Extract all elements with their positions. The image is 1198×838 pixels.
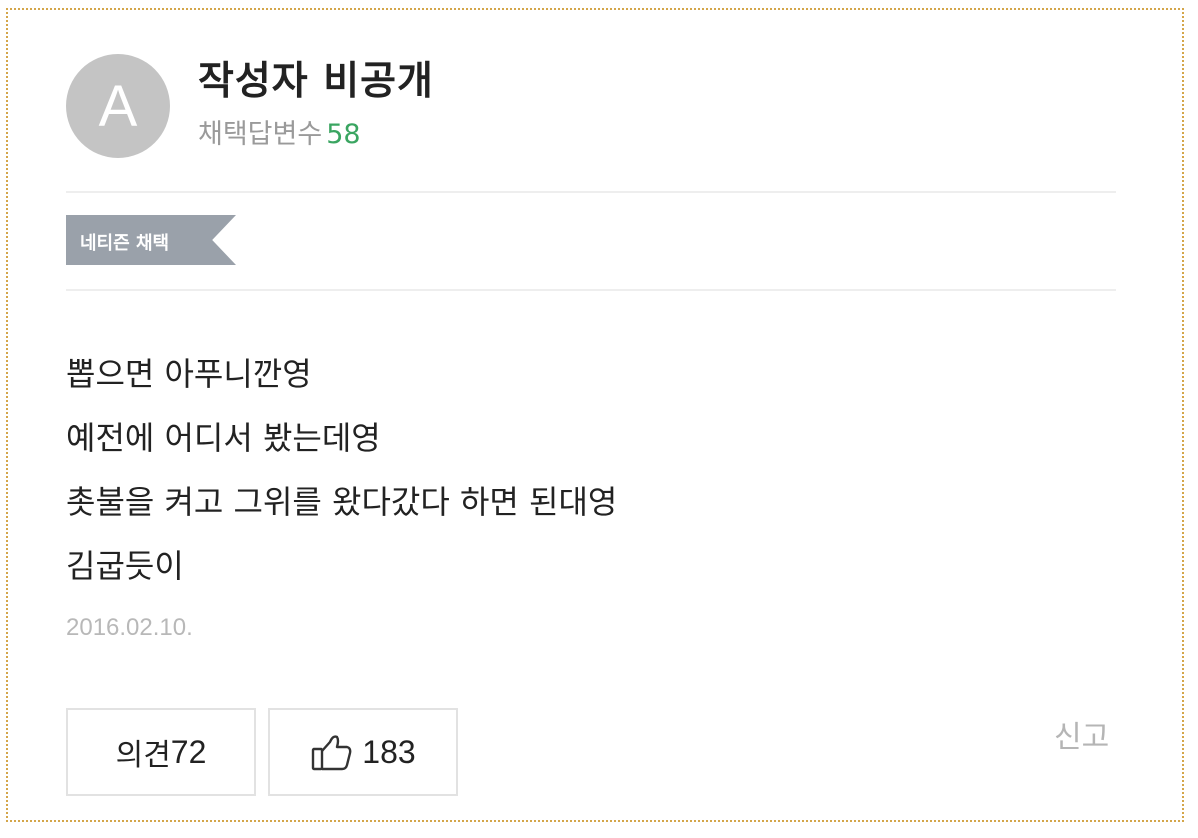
answer-line: 뽑으면 아푸니깐영 xyxy=(66,355,312,393)
report-link[interactable]: 신고 xyxy=(1054,712,1109,756)
avatar[interactable]: A xyxy=(66,54,170,158)
answer-line: 촛불을 켜고 그위를 왔다갔다 하면 된대영 xyxy=(66,483,618,521)
thumbs-up-icon xyxy=(310,732,352,772)
answer-line: 예전에 어디서 봤는데영 xyxy=(66,419,381,457)
adopted-answer-label: 채택답변수 xyxy=(198,119,323,150)
adopted-answer-count: 58 xyxy=(326,119,361,150)
author-name[interactable]: 작성자 비공개 xyxy=(198,50,434,106)
comment-count: 72 xyxy=(170,733,207,770)
comment-button[interactable]: 의견 72 xyxy=(66,708,256,796)
answer-body: 뽑으면 아푸니깐영 예전에 어디서 봤는데영 촛불을 켜고 그위를 왔다갔다 하… xyxy=(66,342,617,598)
netizen-choice-label: 네티즌 채택 xyxy=(80,233,170,254)
adopted-answer-stat: 채택답변수 58 xyxy=(198,112,361,151)
answer-line: 김굽듯이 xyxy=(66,547,184,585)
answer-date: 2016.02.10. xyxy=(66,614,193,641)
divider-top xyxy=(66,191,1116,193)
divider-bottom xyxy=(66,289,1116,291)
like-button[interactable]: 183 xyxy=(268,708,458,796)
like-count: 183 xyxy=(362,733,416,770)
comment-label: 의견 xyxy=(115,738,171,773)
